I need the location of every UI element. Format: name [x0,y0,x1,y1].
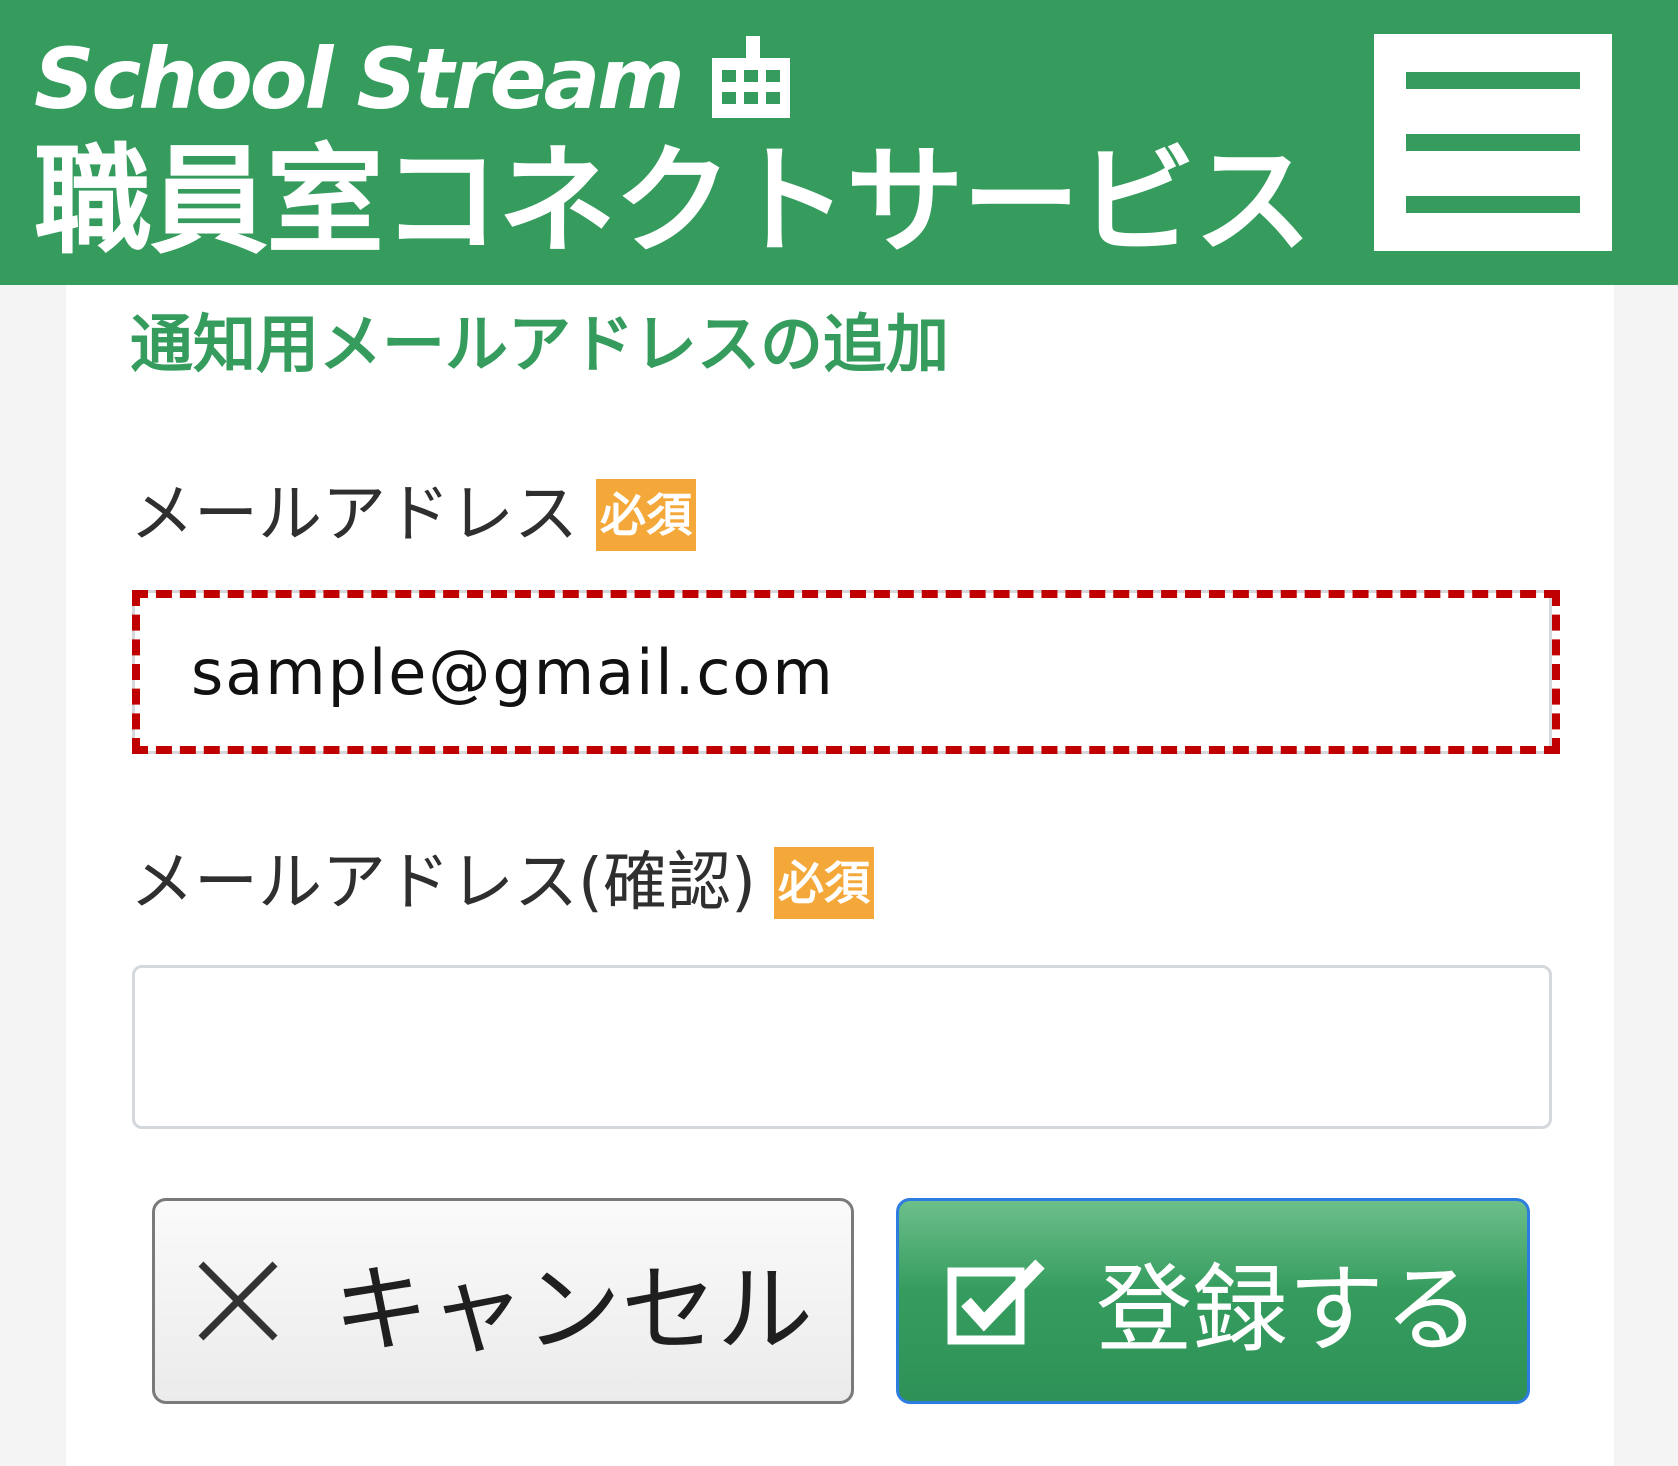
submit-button-label: 登録する [1096,1253,1480,1366]
app-header: School Stream 職員室コネクトサービス [0,0,1678,285]
email-label: メールアドレス 必須 [130,475,696,555]
required-badge: 必須 [596,479,696,551]
brand-name: School Stream [34,30,685,128]
service-name: 職員室コネクトサービス [34,132,1312,270]
menu-button[interactable] [1374,34,1612,251]
email-input[interactable]: sample@gmail.com [132,590,1552,754]
required-badge: 必須 [773,847,874,919]
checkbox-checked-icon [946,1256,1046,1346]
logo: School Stream 職員室コネクトサービス [34,30,1312,270]
email-confirm-label-text: メールアドレス(確認) [130,846,756,920]
page-title: 通知用メールアドレスの追加 [130,308,949,381]
content-panel: 通知用メールアドレスの追加 メールアドレス 必須 sample@gmail.co… [66,285,1614,1466]
email-label-text: メールアドレス [130,478,578,552]
email-confirm-label: メールアドレス(確認) 必須 [130,843,874,923]
hamburger-menu-icon [1406,72,1580,89]
close-icon [193,1256,283,1346]
submit-button[interactable]: 登録する [896,1198,1530,1404]
school-building-icon [711,36,790,122]
email-confirm-input[interactable] [132,965,1552,1129]
cancel-button[interactable]: キャンセル [152,1198,854,1404]
hamburger-menu-icon-line [1406,134,1580,151]
cancel-button-label: キャンセル [333,1253,813,1366]
hamburger-menu-icon-line [1406,196,1580,213]
